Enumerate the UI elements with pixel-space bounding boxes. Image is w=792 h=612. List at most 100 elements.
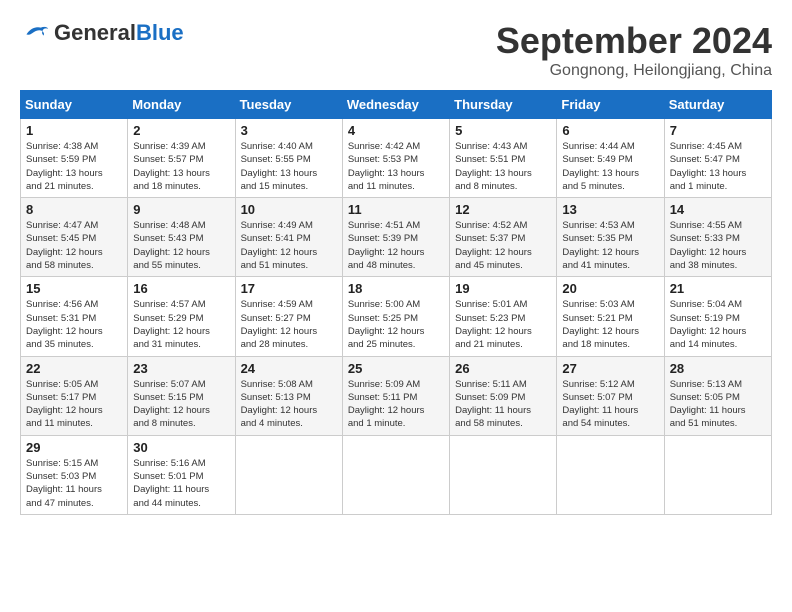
day-number: 26 [455, 361, 551, 376]
day-number: 20 [562, 281, 658, 296]
day-info: Sunrise: 5:15 AM Sunset: 5:03 PM Dayligh… [26, 457, 122, 510]
day-number: 9 [133, 202, 229, 217]
calendar-cell [664, 435, 771, 514]
day-number: 18 [348, 281, 444, 296]
calendar-cell: 15Sunrise: 4:56 AM Sunset: 5:31 PM Dayli… [21, 277, 128, 356]
col-tuesday: Tuesday [235, 91, 342, 119]
calendar-week-1: 8 Sunrise: 4:47 AM Sunset: 5:45 PM Daylig… [21, 198, 772, 277]
day-info: Sunrise: 4:45 AM Sunset: 5:47 PM Dayligh… [670, 140, 766, 193]
day-number: 29 [26, 440, 122, 455]
header: GeneralBlue September 2024 Gongnong, Hei… [20, 20, 772, 80]
calendar-cell: 6Sunrise: 4:44 AM Sunset: 5:49 PM Daylig… [557, 119, 664, 198]
calendar-week-2: 15Sunrise: 4:56 AM Sunset: 5:31 PM Dayli… [21, 277, 772, 356]
calendar-cell [342, 435, 449, 514]
calendar-body: 1 Sunrise: 4:38 AM Sunset: 5:59 PM Daylig… [21, 119, 772, 515]
day-number: 30 [133, 440, 229, 455]
calendar-cell: 30 Sunrise: 5:16 AM Sunset: 5:01 PM Dayli… [128, 435, 235, 514]
calendar-cell: 16 Sunrise: 4:57 AM Sunset: 5:29 PM Dayli… [128, 277, 235, 356]
day-number: 12 [455, 202, 551, 217]
calendar-cell: 28Sunrise: 5:13 AM Sunset: 5:05 PM Dayli… [664, 356, 771, 435]
calendar-cell: 21 Sunrise: 5:04 AM Sunset: 5:19 PM Dayli… [664, 277, 771, 356]
calendar-header: Sunday Monday Tuesday Wednesday Thursday… [21, 91, 772, 119]
logo: GeneralBlue [20, 20, 184, 46]
day-number: 1 [26, 123, 122, 138]
calendar-cell: 27Sunrise: 5:12 AM Sunset: 5:07 PM Dayli… [557, 356, 664, 435]
day-number: 5 [455, 123, 551, 138]
calendar-cell: 11 Sunrise: 4:51 AM Sunset: 5:39 PM Dayli… [342, 198, 449, 277]
day-number: 8 [26, 202, 122, 217]
day-info: Sunrise: 4:56 AM Sunset: 5:31 PM Dayligh… [26, 298, 122, 351]
calendar-cell [450, 435, 557, 514]
calendar-cell: 20Sunrise: 5:03 AM Sunset: 5:21 PM Dayli… [557, 277, 664, 356]
calendar-cell: 3 Sunrise: 4:40 AM Sunset: 5:55 PM Daylig… [235, 119, 342, 198]
calendar-table: Sunday Monday Tuesday Wednesday Thursday… [20, 90, 772, 515]
day-info: Sunrise: 4:44 AM Sunset: 5:49 PM Dayligh… [562, 140, 658, 193]
day-info: Sunrise: 4:51 AM Sunset: 5:39 PM Dayligh… [348, 219, 444, 272]
day-number: 24 [241, 361, 337, 376]
col-sunday: Sunday [21, 91, 128, 119]
calendar-cell: 9Sunrise: 4:48 AM Sunset: 5:43 PM Daylig… [128, 198, 235, 277]
calendar-cell: 4Sunrise: 4:42 AM Sunset: 5:53 PM Daylig… [342, 119, 449, 198]
col-saturday: Saturday [664, 91, 771, 119]
day-info: Sunrise: 5:04 AM Sunset: 5:19 PM Dayligh… [670, 298, 766, 351]
day-info: Sunrise: 4:52 AM Sunset: 5:37 PM Dayligh… [455, 219, 551, 272]
day-info: Sunrise: 5:07 AM Sunset: 5:15 PM Dayligh… [133, 378, 229, 431]
day-info: Sunrise: 4:43 AM Sunset: 5:51 PM Dayligh… [455, 140, 551, 193]
day-info: Sunrise: 4:47 AM Sunset: 5:45 PM Dayligh… [26, 219, 122, 272]
calendar-cell: 13Sunrise: 4:53 AM Sunset: 5:35 PM Dayli… [557, 198, 664, 277]
day-number: 10 [241, 202, 337, 217]
logo-text: GeneralBlue [54, 20, 184, 46]
calendar-cell: 1 Sunrise: 4:38 AM Sunset: 5:59 PM Daylig… [21, 119, 128, 198]
logo-icon [20, 23, 50, 43]
day-info: Sunrise: 4:40 AM Sunset: 5:55 PM Dayligh… [241, 140, 337, 193]
day-info: Sunrise: 4:55 AM Sunset: 5:33 PM Dayligh… [670, 219, 766, 272]
day-info: Sunrise: 4:38 AM Sunset: 5:59 PM Dayligh… [26, 140, 122, 193]
calendar-cell: 18 Sunrise: 5:00 AM Sunset: 5:25 PM Dayli… [342, 277, 449, 356]
day-info: Sunrise: 4:59 AM Sunset: 5:27 PM Dayligh… [241, 298, 337, 351]
day-info: Sunrise: 5:09 AM Sunset: 5:11 PM Dayligh… [348, 378, 444, 431]
col-thursday: Thursday [450, 91, 557, 119]
day-number: 25 [348, 361, 444, 376]
day-number: 14 [670, 202, 766, 217]
day-info: Sunrise: 5:12 AM Sunset: 5:07 PM Dayligh… [562, 378, 658, 431]
calendar-week-3: 22 Sunrise: 5:05 AM Sunset: 5:17 PM Dayli… [21, 356, 772, 435]
day-info: Sunrise: 5:05 AM Sunset: 5:17 PM Dayligh… [26, 378, 122, 431]
location: Gongnong, Heilongjiang, China [496, 62, 772, 80]
calendar-week-4: 29 Sunrise: 5:15 AM Sunset: 5:03 PM Dayli… [21, 435, 772, 514]
day-number: 23 [133, 361, 229, 376]
calendar-cell: 14 Sunrise: 4:55 AM Sunset: 5:33 PM Dayli… [664, 198, 771, 277]
calendar-cell: 5 Sunrise: 4:43 AM Sunset: 5:51 PM Daylig… [450, 119, 557, 198]
day-info: Sunrise: 4:49 AM Sunset: 5:41 PM Dayligh… [241, 219, 337, 272]
day-info: Sunrise: 5:11 AM Sunset: 5:09 PM Dayligh… [455, 378, 551, 431]
calendar-week-0: 1 Sunrise: 4:38 AM Sunset: 5:59 PM Daylig… [21, 119, 772, 198]
calendar-cell: 8 Sunrise: 4:47 AM Sunset: 5:45 PM Daylig… [21, 198, 128, 277]
calendar-cell: 7 Sunrise: 4:45 AM Sunset: 5:47 PM Daylig… [664, 119, 771, 198]
col-friday: Friday [557, 91, 664, 119]
day-number: 13 [562, 202, 658, 217]
calendar-cell: 17 Sunrise: 4:59 AM Sunset: 5:27 PM Dayli… [235, 277, 342, 356]
calendar-cell [557, 435, 664, 514]
calendar-cell: 26 Sunrise: 5:11 AM Sunset: 5:09 PM Dayli… [450, 356, 557, 435]
calendar-cell: 23 Sunrise: 5:07 AM Sunset: 5:15 PM Dayli… [128, 356, 235, 435]
day-info: Sunrise: 4:39 AM Sunset: 5:57 PM Dayligh… [133, 140, 229, 193]
page-container: GeneralBlue September 2024 Gongnong, Hei… [20, 20, 772, 515]
col-wednesday: Wednesday [342, 91, 449, 119]
calendar-cell: 29 Sunrise: 5:15 AM Sunset: 5:03 PM Dayli… [21, 435, 128, 514]
day-number: 17 [241, 281, 337, 296]
calendar-cell: 19Sunrise: 5:01 AM Sunset: 5:23 PM Dayli… [450, 277, 557, 356]
calendar-cell: 22 Sunrise: 5:05 AM Sunset: 5:17 PM Dayli… [21, 356, 128, 435]
day-info: Sunrise: 5:16 AM Sunset: 5:01 PM Dayligh… [133, 457, 229, 510]
calendar-cell: 10 Sunrise: 4:49 AM Sunset: 5:41 PM Dayli… [235, 198, 342, 277]
day-info: Sunrise: 4:57 AM Sunset: 5:29 PM Dayligh… [133, 298, 229, 351]
day-number: 3 [241, 123, 337, 138]
day-info: Sunrise: 5:00 AM Sunset: 5:25 PM Dayligh… [348, 298, 444, 351]
day-number: 7 [670, 123, 766, 138]
day-info: Sunrise: 5:13 AM Sunset: 5:05 PM Dayligh… [670, 378, 766, 431]
day-number: 21 [670, 281, 766, 296]
day-number: 11 [348, 202, 444, 217]
day-info: Sunrise: 4:42 AM Sunset: 5:53 PM Dayligh… [348, 140, 444, 193]
day-number: 22 [26, 361, 122, 376]
calendar-cell: 25 Sunrise: 5:09 AM Sunset: 5:11 PM Dayli… [342, 356, 449, 435]
col-monday: Monday [128, 91, 235, 119]
day-number: 16 [133, 281, 229, 296]
